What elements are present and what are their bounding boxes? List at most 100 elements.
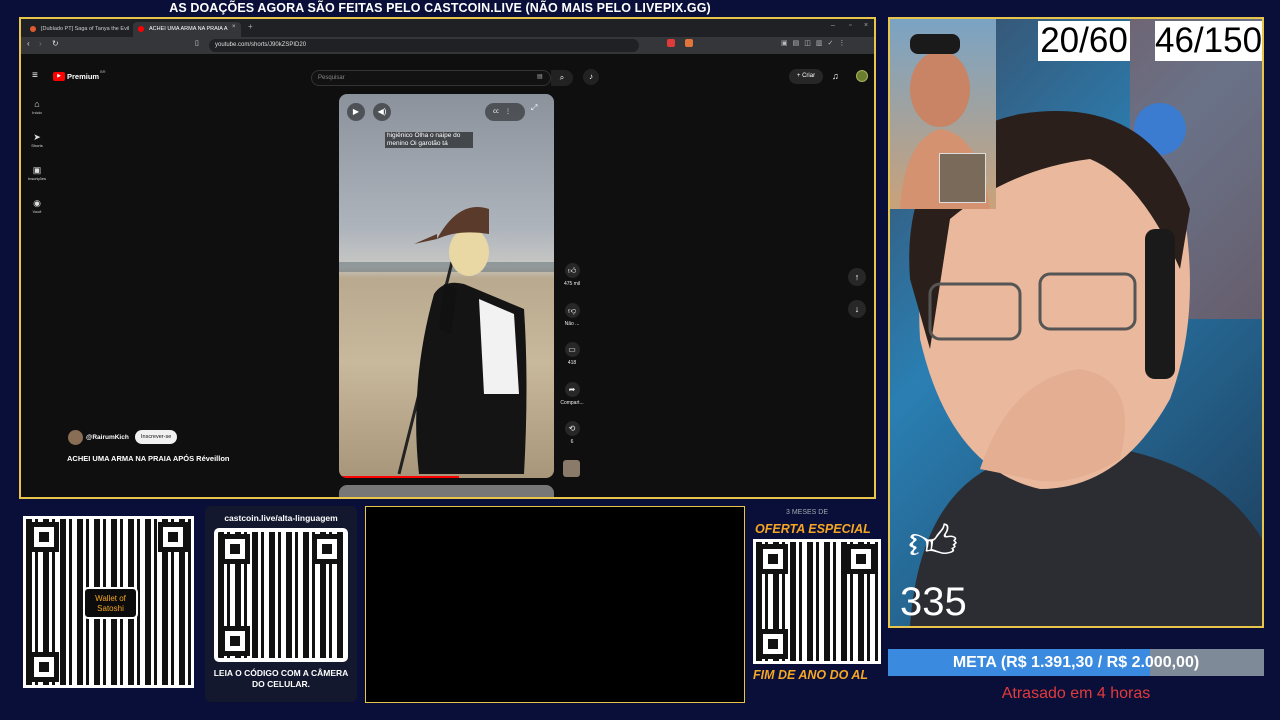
castcoin-url: castcoin.live/alta-linguagem xyxy=(224,513,338,523)
qr-instructions: LEIA O CÓDIGO COM A CÂMERA DO CELULAR. xyxy=(213,668,349,689)
sound-thumbnail[interactable] xyxy=(563,460,580,477)
guest-portrait-inset xyxy=(939,153,986,203)
sidebar-item-subscriptions[interactable]: ▣ Inscrições xyxy=(27,165,47,181)
you-icon: ◉ xyxy=(33,198,41,208)
castcoin-qr-panel: castcoin.live/alta-linguagem LEIA O CÓDI… xyxy=(205,506,357,702)
sidebar-item-shorts[interactable]: ➤ Shorts xyxy=(27,132,47,148)
avatar[interactable] xyxy=(856,70,868,82)
video-frame-illustration xyxy=(339,207,554,478)
webcam-feed: 20/60 46/150 👍︎ 335 xyxy=(888,17,1264,628)
comments-button[interactable]: ▭ 418 xyxy=(558,342,586,366)
back-icon[interactable]: ‹ xyxy=(27,39,30,48)
counter-one: 20/60 xyxy=(1038,21,1130,61)
wallet-of-satoshi-qr-code: Wallet of Satoshi xyxy=(23,516,194,688)
create-button[interactable]: + Criar xyxy=(789,69,823,84)
guest-video-inset xyxy=(890,19,996,209)
channel-avatar[interactable] xyxy=(68,430,83,445)
wallet-of-satoshi-logo: Wallet of Satoshi xyxy=(83,587,138,619)
arrow-up-icon: ↑ xyxy=(854,272,860,282)
qr-finder-pattern xyxy=(220,626,250,656)
offer-qr-code xyxy=(753,539,881,664)
special-offer-panel: 3 MESES DE OFERTA ESPECIAL FIM DE ANO DO… xyxy=(750,506,885,691)
sidebar-item-home[interactable]: ⌂ Início xyxy=(27,99,47,115)
empty-video-slot xyxy=(365,506,745,703)
video-caption: higiênico Olha o naipe do menino Oi garo… xyxy=(385,132,473,148)
tab-active-video[interactable]: ACHEI UMA ARMA NA PRAIA A xyxy=(133,22,241,37)
create-label: Criar xyxy=(802,73,816,79)
tab-anime[interactable]: [Dublado PT] Saga of Tanya the Evil xyxy=(25,22,130,37)
qr-finder-pattern xyxy=(312,534,342,564)
like-counter: 335 xyxy=(900,580,967,624)
remix-count: 6 xyxy=(570,439,574,445)
new-tab-icon[interactable]: + xyxy=(248,22,253,31)
qr-finder-pattern xyxy=(29,522,59,552)
next-short-button[interactable]: ↓ xyxy=(848,300,866,318)
microphone-icon[interactable]: ♪ xyxy=(583,69,599,85)
share-button[interactable]: ➦ Compart... xyxy=(558,382,586,406)
fullscreen-icon[interactable]: ⤢ xyxy=(531,103,537,113)
tab-favicon-icon xyxy=(30,26,36,32)
youtube-page: ≡ ▶ Premium BR ⌂ Início ➤ Shorts ▣ Inscriçõ… xyxy=(21,54,874,497)
bookmark-icon[interactable]: ▯ xyxy=(195,39,199,47)
home-icon: ⌂ xyxy=(34,99,40,109)
maximize-icon[interactable]: ▫ xyxy=(849,22,851,29)
search-icon[interactable]: ⌕ xyxy=(551,70,573,86)
sidebar-item-you[interactable]: ◉ Você xyxy=(27,198,47,214)
offer-bottom-text: FIM DE ANO DO AL xyxy=(753,668,869,682)
subscribe-button[interactable]: Inscrever-se xyxy=(135,430,178,444)
search-input[interactable]: Pesquisar xyxy=(311,70,551,86)
extension-icon[interactable] xyxy=(667,39,675,47)
forward-icon[interactable]: › xyxy=(39,39,42,48)
sidebar-item-label: Shorts xyxy=(31,143,43,148)
keyboard-icon[interactable]: ▤ xyxy=(537,73,543,80)
short-video-player[interactable]: ▶ ◀) ㏄⋮ ⤢ higiênico Olha o naipe do meni… xyxy=(339,94,554,478)
region-code: BR xyxy=(100,69,106,74)
dislike-label: Não ... xyxy=(564,321,580,327)
youtube-favicon-icon xyxy=(138,26,144,32)
castcoin-qr-code xyxy=(214,528,348,662)
qr-finder-pattern xyxy=(846,544,876,574)
share-icon: ➦ xyxy=(564,382,580,397)
thumbs-up-icon: 👍︎ xyxy=(908,517,959,570)
like-count: 475 mil xyxy=(563,281,581,287)
menu-icon[interactable]: ≡ xyxy=(32,70,38,81)
remix-icon: ⟲ xyxy=(564,421,580,436)
qr-finder-pattern xyxy=(220,534,250,564)
url-field[interactable]: youtube.com/shorts/J90kZSPID20 xyxy=(209,39,639,52)
notifications-bell-icon[interactable]: ♫ xyxy=(832,71,839,81)
youtube-logo-icon[interactable]: ▶ xyxy=(53,72,65,81)
play-icon[interactable]: ▶ xyxy=(347,103,365,121)
channel-name[interactable]: @RairumKich xyxy=(86,434,129,441)
extension-icon[interactable] xyxy=(685,39,693,47)
window-close-icon[interactable]: × xyxy=(864,22,868,29)
address-bar: ‹ › ↻ ▯ youtube.com/shorts/J90kZSPID20 ▣… xyxy=(21,37,874,54)
qr-finder-pattern xyxy=(158,522,188,552)
next-short-preview[interactable] xyxy=(339,485,554,497)
dislike-button[interactable]: 👎︎ Não ... xyxy=(558,303,586,327)
remix-button[interactable]: ⟲ 6 xyxy=(558,421,586,445)
previous-short-button[interactable]: ↑ xyxy=(848,268,866,286)
qr-finder-pattern xyxy=(29,652,59,682)
subscriptions-icon: ▣ xyxy=(32,165,42,175)
sidebar-item-label: Início xyxy=(32,110,42,115)
counter-two: 46/150 xyxy=(1155,21,1263,61)
thumbs-down-icon: 👎︎ xyxy=(564,303,580,318)
arrow-down-icon: ↓ xyxy=(854,304,860,314)
youtube-logo[interactable]: Premium xyxy=(67,72,99,81)
close-tab-icon[interactable]: × xyxy=(232,24,236,30)
tab-label: [Dublado PT] Saga of Tanya the Evil xyxy=(41,26,130,32)
captions-more-icons[interactable]: ㏄⋮ xyxy=(485,103,525,121)
like-button[interactable]: 👍︎ 475 mil xyxy=(558,263,586,287)
minimize-icon[interactable]: – xyxy=(831,22,835,29)
donation-banner: AS DOAÇÕES AGORA SÃO FEITAS PELO CASTCOI… xyxy=(169,1,711,15)
qr-finder-pattern xyxy=(758,544,788,574)
volume-icon[interactable]: ◀) xyxy=(373,103,391,121)
shorts-icon: ➤ xyxy=(33,132,41,142)
shared-screen: [Dublado PT] Saga of Tanya the Evil ACHE… xyxy=(19,17,876,499)
offer-title: OFERTA ESPECIAL xyxy=(755,522,871,536)
sidebar-item-label: Você xyxy=(32,209,42,214)
reload-icon[interactable]: ↻ xyxy=(52,39,59,48)
offer-top-text: 3 MESES DE xyxy=(786,509,829,516)
browser-toolbar-icons[interactable]: ▣▤◫▥✓⋮ xyxy=(781,39,850,47)
schedule-status: Atrasado em 4 horas xyxy=(1001,685,1151,702)
